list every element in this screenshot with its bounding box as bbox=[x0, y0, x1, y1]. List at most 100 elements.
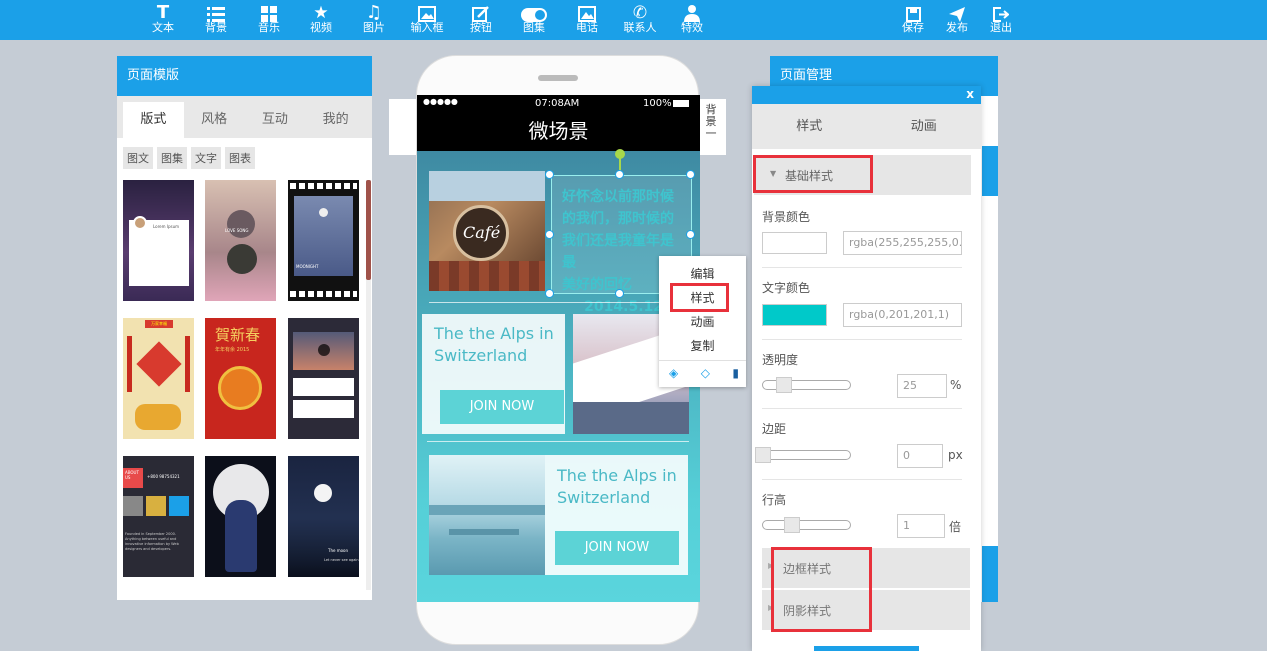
text-color-input[interactable]: rgba(0,201,201,1) bbox=[843, 303, 962, 327]
save-icon bbox=[891, 0, 935, 22]
thumb-image: MOONIGHT bbox=[294, 196, 353, 276]
margin-input[interactable]: 0 bbox=[897, 444, 943, 468]
toolbar-image-button[interactable]: ♫ 图片 bbox=[352, 0, 396, 40]
avatar bbox=[133, 216, 147, 230]
toolbar-gallery-button[interactable]: 图集 bbox=[512, 0, 556, 40]
card-2[interactable]: The the Alps in Switzerland JOIN NOW bbox=[545, 455, 688, 575]
toolbar-video-button[interactable]: ★ 视频 bbox=[299, 0, 343, 40]
lake-image[interactable] bbox=[429, 455, 545, 575]
resize-handle[interactable] bbox=[545, 170, 554, 179]
effects-icon bbox=[670, 0, 714, 22]
phone-screen[interactable]: ●●●●● 07:08AM 100% 微场景 Café 好怀念以前那时候 的我们… bbox=[417, 95, 700, 602]
top-toolbar: T 文本 背景 音乐 ★ 视频 ♫ 图片 输入框 按钮 图集 电话 ✆ 联系人 … bbox=[0, 0, 1267, 40]
layer-up-icon[interactable]: ◈ bbox=[669, 366, 678, 380]
margin-slider-knob[interactable] bbox=[755, 447, 771, 463]
highlight-box bbox=[670, 283, 729, 312]
line-height-unit: 倍 bbox=[949, 520, 962, 534]
toolbar-effects-button[interactable]: 特效 bbox=[670, 0, 714, 40]
resize-handle[interactable] bbox=[615, 289, 624, 298]
category-image-text[interactable]: 图文 bbox=[123, 147, 153, 169]
status-bar: ●●●●● 07:08AM 100% bbox=[417, 95, 700, 113]
template-thumb[interactable]: Lorem Ipsum bbox=[123, 180, 194, 301]
template-thumb[interactable]: The moon Let never see again bbox=[288, 456, 359, 577]
category-chart[interactable]: 图表 bbox=[225, 147, 255, 169]
template-thumb[interactable]: ABOUT US +800 98754321 Founded in Septem… bbox=[123, 456, 194, 577]
toolbar-button-button[interactable]: 按钮 bbox=[459, 0, 503, 40]
publish-button[interactable]: 发布 bbox=[935, 0, 979, 40]
moon-shape bbox=[314, 484, 332, 502]
divider bbox=[762, 479, 962, 480]
trash-icon[interactable]: ▮ bbox=[732, 366, 739, 380]
toolbar-background-button[interactable]: 背景 bbox=[194, 0, 238, 40]
highlight-box bbox=[771, 547, 872, 632]
join-now-button[interactable]: JOIN NOW bbox=[555, 531, 679, 565]
divider bbox=[427, 441, 689, 442]
toolbar-contact-button[interactable]: ✆ 联系人 bbox=[618, 0, 662, 40]
bg-color-swatch[interactable] bbox=[762, 232, 827, 254]
text-color-swatch[interactable] bbox=[762, 304, 827, 326]
thumb-tile bbox=[169, 496, 189, 516]
close-icon[interactable]: x bbox=[966, 87, 974, 101]
tab-mine[interactable]: 我的 bbox=[305, 102, 366, 138]
toolbar-phone-button[interactable]: 电话 bbox=[565, 0, 609, 40]
divider bbox=[429, 302, 688, 303]
background-tab[interactable]: 背 景 一 bbox=[700, 104, 722, 140]
template-thumb[interactable]: 万家幸福 bbox=[123, 318, 194, 439]
card-1[interactable]: The the Alps in Switzerland JOIN NOW bbox=[422, 314, 565, 434]
cafe-image[interactable]: Café bbox=[429, 171, 545, 291]
confirm-button[interactable] bbox=[814, 646, 919, 651]
menu-item-copy[interactable]: 复制 bbox=[659, 334, 746, 358]
battery-text: 100% bbox=[643, 98, 672, 109]
save-button[interactable]: 保存 bbox=[891, 0, 935, 40]
tab-layout[interactable]: 版式 bbox=[123, 102, 184, 138]
toolbar-input-box-button[interactable]: 输入框 bbox=[405, 0, 449, 40]
resize-handle[interactable] bbox=[686, 170, 695, 179]
thumb-text: 年年有余 2015 bbox=[215, 347, 250, 353]
toolbar-music-button[interactable]: 音乐 bbox=[247, 0, 291, 40]
menu-item-animation[interactable]: 动画 bbox=[659, 310, 746, 334]
template-thumb[interactable]: 賀新春 年年有余 2015 bbox=[205, 318, 276, 439]
template-thumb[interactable]: LOVE SONG bbox=[205, 180, 276, 301]
thumb-text: 賀新春 bbox=[215, 326, 261, 344]
layer-down-icon[interactable]: ◇ bbox=[701, 366, 710, 380]
bg-color-label: 背景颜色 bbox=[762, 210, 811, 224]
scrollbar-thumb[interactable] bbox=[366, 180, 371, 280]
toolbar-text-button[interactable]: T 文本 bbox=[141, 0, 185, 40]
resize-handle[interactable] bbox=[545, 289, 554, 298]
poem-line: 好怀念以前那时候 bbox=[562, 189, 674, 205]
toolbar-label: 保存 bbox=[902, 21, 924, 34]
image-icon: ♫ bbox=[365, 2, 383, 23]
toolbar-label: 电话 bbox=[576, 21, 598, 34]
tab-interactive[interactable]: 互动 bbox=[245, 102, 306, 138]
line-height-slider[interactable] bbox=[762, 520, 851, 530]
margin-slider[interactable] bbox=[762, 450, 851, 460]
publish-icon bbox=[935, 0, 979, 22]
category-gallery[interactable]: 图集 bbox=[157, 147, 187, 169]
bg-color-input[interactable]: rgba(255,255,255,0.8) bbox=[843, 231, 962, 255]
card-title: The the Alps in Switzerland bbox=[434, 324, 554, 365]
join-now-button[interactable]: JOIN NOW bbox=[440, 390, 564, 424]
line-height-slider-knob[interactable] bbox=[784, 517, 800, 533]
opacity-input[interactable]: 25 bbox=[897, 374, 947, 398]
line-height-input[interactable]: 1 bbox=[897, 514, 945, 538]
tab-style-settings[interactable]: 样式 bbox=[752, 104, 867, 149]
mountain-base bbox=[573, 402, 689, 434]
template-thumb[interactable] bbox=[205, 456, 276, 577]
record-graphic bbox=[227, 210, 255, 238]
record-graphic bbox=[227, 244, 257, 274]
thumb-figure bbox=[225, 500, 257, 572]
resize-handle[interactable] bbox=[615, 170, 624, 179]
tab-style[interactable]: 风格 bbox=[184, 102, 245, 138]
category-text[interactable]: 文字 bbox=[191, 147, 221, 169]
resize-handle[interactable] bbox=[686, 230, 695, 239]
cafe-sign-text: Café bbox=[463, 223, 501, 242]
exit-button[interactable]: 退出 bbox=[979, 0, 1023, 40]
opacity-slider-knob[interactable] bbox=[776, 377, 792, 393]
phone-preview: ●●●●● 07:08AM 100% 微场景 Café 好怀念以前那时候 的我们… bbox=[416, 55, 700, 645]
resize-handle[interactable] bbox=[545, 230, 554, 239]
template-thumb[interactable]: MOONIGHT bbox=[288, 180, 359, 301]
tab-animation-settings[interactable]: 动画 bbox=[867, 104, 982, 149]
rotate-handle[interactable] bbox=[615, 149, 625, 159]
template-thumb[interactable] bbox=[288, 318, 359, 439]
thumb-decoration bbox=[127, 336, 132, 392]
